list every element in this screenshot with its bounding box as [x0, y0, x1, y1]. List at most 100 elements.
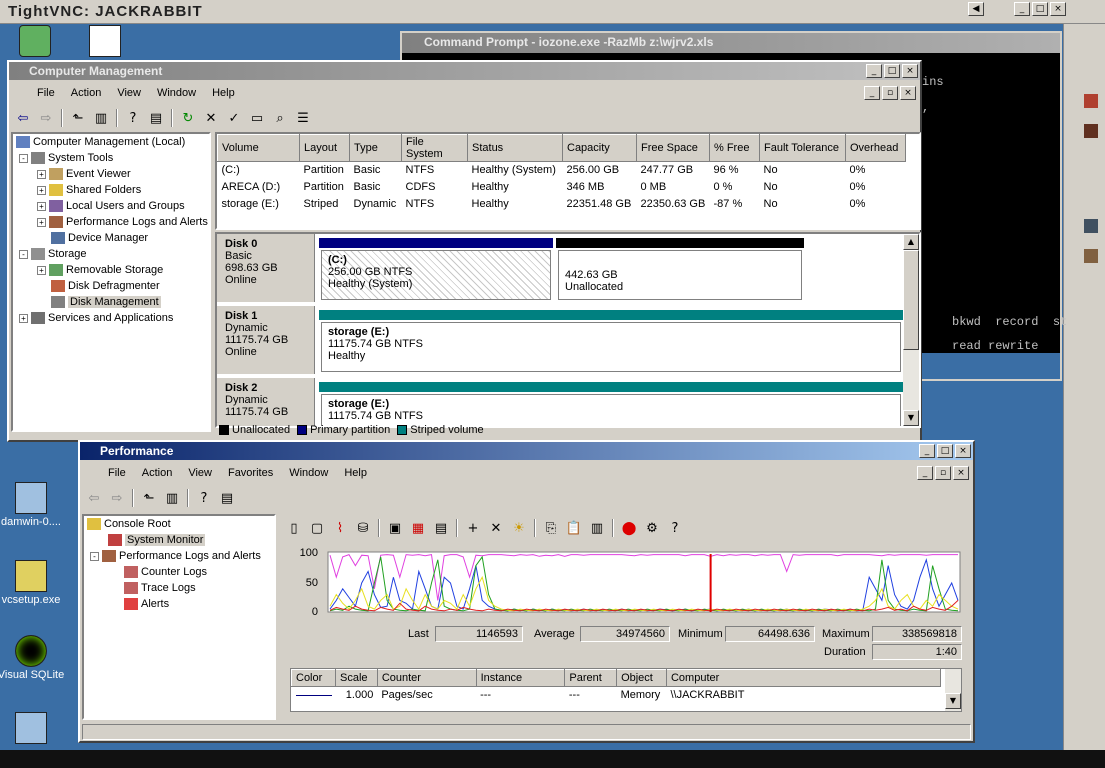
cm-maximize-button[interactable]: □: [884, 64, 900, 78]
tree-item-disk-defrag[interactable]: Disk Defragmenter: [51, 280, 160, 292]
menu-help[interactable]: Help: [204, 84, 243, 104]
add-icon[interactable]: +: [463, 518, 483, 538]
cm-minimize-button[interactable]: _: [866, 64, 882, 78]
up-folder-icon[interactable]: ⬑: [68, 108, 88, 128]
document-icon[interactable]: [70, 25, 140, 59]
menu-favorites[interactable]: Favorites: [220, 464, 281, 484]
freeze-icon[interactable]: ⬤: [619, 518, 639, 538]
col-color[interactable]: Color: [291, 669, 336, 687]
expand-icon[interactable]: +: [19, 313, 28, 323]
check-icon[interactable]: ✓: [224, 108, 244, 128]
disk-pane-scrollbar[interactable]: ▲ ▼: [903, 234, 919, 426]
col-capacity[interactable]: Capacity: [562, 134, 637, 162]
tree-item-computer-management[interactable]: Computer Management (Local): [16, 136, 185, 148]
col-object[interactable]: Object: [616, 669, 667, 687]
table-row[interactable]: (C:) Partition Basic NTFS Healthy (System) 25…: [218, 162, 906, 179]
delete-icon[interactable]: ✕: [486, 518, 506, 538]
menu-action[interactable]: Action: [63, 84, 110, 104]
collapse-icon[interactable]: -: [90, 551, 99, 561]
clear-display-icon[interactable]: ▢: [307, 518, 327, 538]
back-icon[interactable]: ⇦: [13, 108, 33, 128]
vnc-maximize-button[interactable]: □: [1032, 2, 1048, 16]
partition-storage-disk2[interactable]: storage (E:) 11175.74 GB NTFS: [319, 382, 903, 426]
menu-file[interactable]: File: [100, 464, 134, 484]
tree-item-console-root[interactable]: Console Root: [87, 518, 171, 530]
disk-2-label[interactable]: Disk 2 Dynamic 11175.74 GB: [217, 378, 315, 426]
desktop-icon-vcsetup[interactable]: vcsetup.exe: [0, 560, 66, 606]
properties-icon[interactable]: ▥: [587, 518, 607, 538]
tree-item-local-users[interactable]: + Local Users and Groups: [37, 200, 185, 212]
help-icon[interactable]: ?: [194, 488, 214, 508]
performance-window[interactable]: Performance _ □ × File Action View Favor…: [78, 440, 975, 743]
view-log-data-icon[interactable]: ⛁: [353, 518, 373, 538]
vnc-minimize-button[interactable]: _: [1014, 2, 1030, 16]
tree-item-system-monitor[interactable]: System Monitor: [108, 534, 206, 546]
expand-icon[interactable]: +: [37, 201, 46, 211]
new-counter-set-icon[interactable]: ▯: [284, 518, 304, 538]
refresh-icon[interactable]: ↻: [178, 108, 198, 128]
vnc-back-button[interactable]: ◀: [968, 2, 984, 16]
cm-close-button[interactable]: ×: [902, 64, 918, 78]
forward-icon[interactable]: ⇨: [107, 488, 127, 508]
computer-management-window[interactable]: Computer Management _ □ × File Action Vi…: [7, 60, 922, 442]
partition-c[interactable]: (C:) 256.00 GB NTFS Healthy (System): [319, 238, 553, 302]
col-fault-tolerance[interactable]: Fault Tolerance: [759, 134, 846, 162]
tree-item-disk-management[interactable]: Disk Management: [51, 296, 161, 308]
menu-view[interactable]: View: [109, 84, 149, 104]
collapse-icon[interactable]: -: [19, 249, 28, 259]
menu-help[interactable]: Help: [336, 464, 375, 484]
tree-item-system-tools[interactable]: - System Tools: [19, 152, 113, 164]
tree-item-event-viewer[interactable]: + Event Viewer: [37, 168, 131, 180]
perf-child-restore-button[interactable]: ▫: [935, 466, 951, 480]
paste-icon[interactable]: 📋: [564, 518, 584, 538]
show-tree-icon[interactable]: ▥: [162, 488, 182, 508]
perf-minimize-button[interactable]: _: [919, 444, 935, 458]
perf-close-button[interactable]: ×: [955, 444, 971, 458]
col-computer[interactable]: Computer: [665, 669, 942, 687]
expand-icon[interactable]: +: [37, 169, 46, 179]
col-filesystem[interactable]: File System: [401, 134, 468, 162]
menu-action[interactable]: Action: [134, 464, 181, 484]
view-histogram-icon[interactable]: ▦: [408, 518, 428, 538]
col-percent-free[interactable]: % Free: [709, 134, 760, 162]
partition-storage-disk1[interactable]: storage (E:) 11175.74 GB NTFS Healthy: [319, 310, 903, 374]
perf-maximize-button[interactable]: □: [937, 444, 953, 458]
tree-item-shared-folders[interactable]: + Shared Folders: [37, 184, 141, 196]
tree-item-removable-storage[interactable]: + Removable Storage: [37, 264, 163, 276]
scroll-up-icon[interactable]: ▲: [903, 234, 919, 250]
tree-item-counter-logs[interactable]: Counter Logs: [124, 566, 207, 578]
show-tree-icon[interactable]: ▥: [91, 108, 111, 128]
update-icon[interactable]: ⚙: [642, 518, 662, 538]
menu-window[interactable]: Window: [281, 464, 336, 484]
scroll-down-icon[interactable]: ▼: [945, 693, 961, 709]
perf-graph[interactable]: 100 50 0: [280, 544, 970, 624]
properties-icon[interactable]: ▤: [146, 108, 166, 128]
scroll-thumb[interactable]: [903, 250, 919, 350]
view-graph-icon[interactable]: ▣: [385, 518, 405, 538]
cm-child-restore-button[interactable]: ▫: [882, 86, 898, 100]
col-free-space[interactable]: Free Space: [636, 134, 710, 162]
recycle-bin-icon[interactable]: [0, 25, 70, 59]
help-icon[interactable]: ?: [123, 108, 143, 128]
col-scale[interactable]: Scale: [335, 669, 378, 687]
perf-child-close-button[interactable]: ×: [953, 466, 969, 480]
forward-icon[interactable]: ⇨: [36, 108, 56, 128]
back-icon[interactable]: ⇦: [84, 488, 104, 508]
col-volume[interactable]: Volume: [217, 134, 300, 162]
disk-1-label[interactable]: Disk 1 Dynamic 11175.74 GB Online: [217, 306, 315, 374]
expand-icon[interactable]: +: [37, 217, 46, 227]
desktop-icon-damwin[interactable]: damwin-0....: [0, 482, 66, 528]
expand-icon[interactable]: +: [37, 185, 46, 195]
list-icon[interactable]: ☰: [293, 108, 313, 128]
properties-icon[interactable]: ▤: [217, 488, 237, 508]
col-counter[interactable]: Counter: [376, 669, 477, 687]
help-icon[interactable]: ?: [665, 518, 685, 538]
table-row[interactable]: ARECA (D:) Partition Basic CDFS Healthy 346 M…: [218, 179, 906, 196]
expand-icon[interactable]: +: [37, 265, 46, 275]
tree-item-perf-logs-alerts[interactable]: - Performance Logs and Alerts: [90, 550, 261, 562]
cm-child-close-button[interactable]: ×: [900, 86, 916, 100]
table-row[interactable]: storage (E:) Striped Dynamic NTFS Healthy 223…: [218, 196, 906, 213]
open-folder-icon[interactable]: ▭: [247, 108, 267, 128]
col-status[interactable]: Status: [467, 134, 563, 162]
tree-item-services[interactable]: + Services and Applications: [19, 312, 173, 324]
